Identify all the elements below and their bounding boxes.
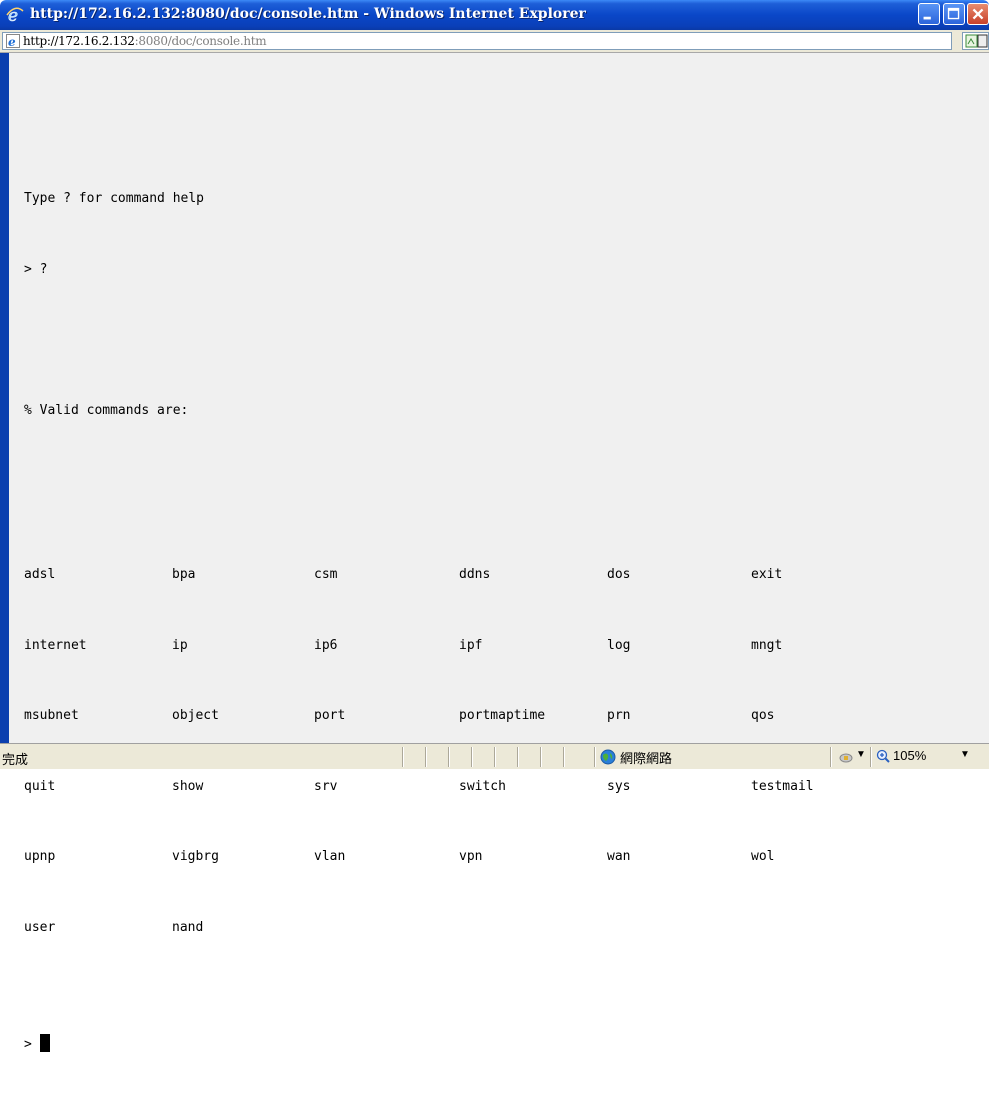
maximize-button[interactable] bbox=[943, 3, 965, 25]
status-separator bbox=[471, 747, 473, 767]
command-row: internet ip ip6 ipf log mngt bbox=[24, 634, 782, 658]
page-icon bbox=[965, 34, 988, 48]
address-bar: e http://172.16.2.132:8080/doc/console.h… bbox=[0, 30, 989, 53]
protected-mode-icon[interactable] bbox=[839, 751, 853, 763]
command-item: port bbox=[314, 708, 346, 723]
status-separator bbox=[830, 747, 832, 767]
command-row: upnp vigbrg vlan vpn wan wol bbox=[24, 845, 774, 869]
status-separator bbox=[870, 747, 872, 767]
command-item: object bbox=[172, 708, 219, 723]
address-field[interactable]: e http://172.16.2.132:8080/doc/console.h… bbox=[2, 32, 952, 50]
command-item: internet bbox=[24, 637, 87, 653]
status-separator bbox=[594, 747, 596, 767]
address-host: http://172.16.2.132 bbox=[23, 34, 135, 48]
command-item: vpn bbox=[459, 849, 483, 864]
command-item: vigbrg bbox=[172, 849, 219, 864]
command-item: ipf bbox=[459, 637, 483, 653]
command-row: adsl bpa csm ddns dos exit bbox=[24, 563, 782, 587]
prompt-symbol: > bbox=[24, 1037, 32, 1052]
console-output: Type ? for command help > ? % Valid comm… bbox=[24, 93, 814, 1104]
window-title: http://172.16.2.132:8080/doc/console.htm… bbox=[30, 6, 586, 22]
text-cursor bbox=[39, 1034, 50, 1052]
command-item: prn bbox=[607, 708, 631, 723]
page-content[interactable]: Type ? for command help > ? % Valid comm… bbox=[0, 53, 989, 1052]
command-item: bpa bbox=[172, 567, 196, 582]
valid-commands-heading: % Valid commands are: bbox=[24, 402, 189, 418]
command-item: log bbox=[607, 637, 631, 653]
page-icon: e bbox=[6, 34, 20, 48]
address-text: http://172.16.2.132:8080/doc/console.htm bbox=[23, 34, 267, 48]
status-bar: 完成 網際網路 ▼ 105% ▼ bbox=[0, 743, 989, 769]
status-separator bbox=[517, 747, 519, 767]
minimize-button[interactable] bbox=[918, 3, 940, 25]
zone-label: 網際網路 bbox=[620, 751, 673, 766]
command-item: ddns bbox=[459, 567, 491, 582]
command-item: switch bbox=[459, 778, 506, 794]
command-item: upnp bbox=[24, 849, 56, 864]
status-separator bbox=[448, 747, 450, 767]
command-item: quit bbox=[24, 778, 56, 794]
command-item: portmaptime bbox=[459, 708, 546, 723]
command-row: quit show srv switch sys testmail bbox=[24, 775, 814, 799]
status-separator bbox=[540, 747, 542, 767]
address-path: :8080/doc/console.htm bbox=[134, 34, 267, 48]
title-bar[interactable]: e http://172.16.2.132:8080/doc/console.h… bbox=[0, 0, 989, 30]
status-text: 完成 bbox=[2, 752, 29, 767]
close-icon bbox=[972, 8, 984, 20]
dropdown-arrow-icon[interactable]: ▼ bbox=[960, 749, 970, 760]
status-separator bbox=[494, 747, 496, 767]
command-echo-line: > ? bbox=[24, 261, 48, 277]
command-item: sys bbox=[607, 778, 631, 794]
command-item: mngt bbox=[751, 637, 783, 653]
page-icon-button[interactable] bbox=[962, 32, 989, 50]
command-item: show bbox=[172, 778, 204, 794]
command-item: ip bbox=[172, 637, 188, 653]
minimize-icon bbox=[923, 16, 931, 20]
command-item: user bbox=[24, 919, 56, 935]
svg-text:e: e bbox=[8, 35, 16, 48]
command-item: msubnet bbox=[24, 708, 79, 723]
command-item: dos bbox=[607, 567, 631, 582]
command-item: csm bbox=[314, 567, 338, 582]
command-row: user nand bbox=[24, 916, 204, 940]
command-item: wan bbox=[607, 849, 631, 864]
command-item: ip6 bbox=[314, 637, 338, 653]
maximize-icon bbox=[947, 7, 960, 20]
dropdown-arrow-icon[interactable]: ▼ bbox=[856, 749, 866, 760]
help-line: Type ? for command help bbox=[24, 191, 205, 206]
ie-logo-icon: e bbox=[6, 6, 24, 24]
command-item: qos bbox=[751, 708, 775, 723]
zoom-icon bbox=[876, 749, 890, 763]
close-button[interactable] bbox=[967, 3, 989, 25]
command-item: srv bbox=[314, 778, 338, 794]
command-item: adsl bbox=[24, 567, 56, 582]
command-item: wol bbox=[751, 849, 775, 864]
status-separator bbox=[402, 747, 404, 767]
command-item: nand bbox=[172, 919, 204, 935]
status-separator bbox=[425, 747, 427, 767]
command-item: vlan bbox=[314, 849, 346, 864]
zoom-level: 105% bbox=[893, 748, 927, 763]
status-separator bbox=[563, 747, 565, 767]
command-item: testmail bbox=[751, 778, 814, 794]
console-prompt[interactable]: > bbox=[24, 1033, 204, 1057]
globe-icon bbox=[600, 749, 616, 765]
command-item: exit bbox=[751, 567, 783, 582]
command-row: msubnet object port portmaptime prn qos bbox=[24, 704, 774, 728]
